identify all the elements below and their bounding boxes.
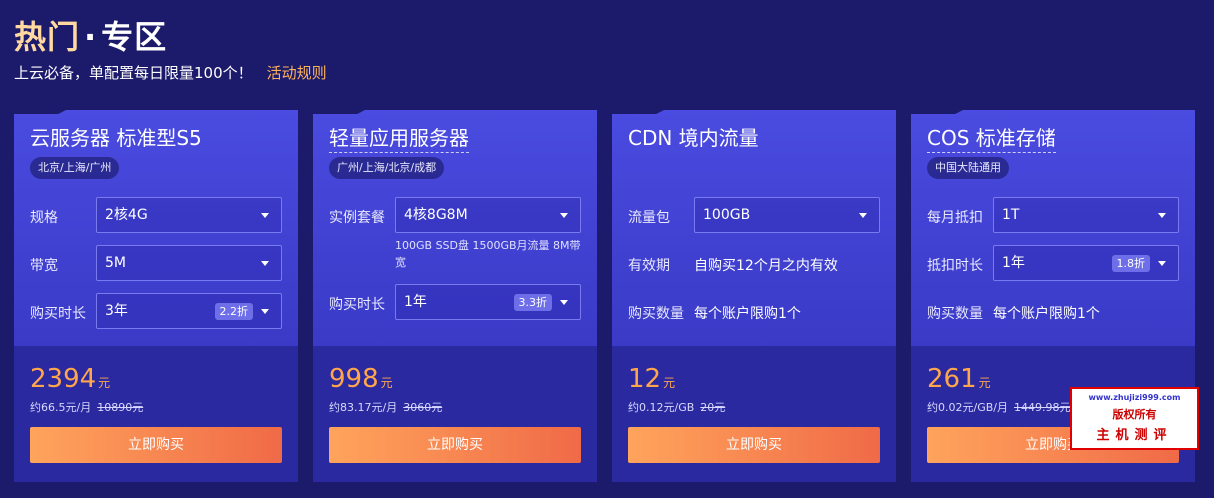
price-value: 2394 bbox=[30, 364, 97, 394]
deduction-duration-select[interactable]: 1年 1.8折 bbox=[993, 245, 1179, 281]
watermark-stamp: www.zhujizi999.com 版权所有 主机测评 bbox=[1070, 387, 1199, 450]
card-title: CDN 境内流量 bbox=[628, 126, 759, 150]
chevron-down-icon bbox=[261, 261, 269, 266]
buy-now-button[interactable]: 立即购买 bbox=[329, 427, 581, 463]
deduction-duration-value: 1年 bbox=[1002, 255, 1025, 271]
chevron-down-icon bbox=[261, 309, 269, 314]
per-unit-price: 约0.02元/GB/月 bbox=[927, 401, 1008, 414]
discount-badge: 2.2折 bbox=[214, 303, 253, 320]
monthly-deduction-label: 每月抵扣 bbox=[927, 210, 983, 226]
chevron-down-icon bbox=[1158, 261, 1166, 266]
duration-select[interactable]: 3年 2.2折 bbox=[96, 293, 282, 329]
page-title-hot: 热门 bbox=[14, 18, 81, 56]
price-value: 12 bbox=[628, 364, 662, 394]
card-title: 轻量应用服务器 bbox=[329, 122, 469, 153]
discount-badge: 3.3折 bbox=[513, 294, 552, 311]
price: 12 元 bbox=[628, 364, 675, 394]
quantity-text: 每个账户限购1个 bbox=[694, 306, 801, 322]
price-value: 261 bbox=[927, 364, 977, 394]
bandwidth-label: 带宽 bbox=[30, 258, 58, 274]
product-card-cvm: 云服务器 标准型S5 北京/上海/广州 规格 2核4G 带宽 5M 购买时长 3… bbox=[14, 110, 298, 482]
spec-select[interactable]: 2核4G bbox=[96, 197, 282, 233]
page-subtitle: 上云必备，单配置每日限量100个！ 活动规则 bbox=[14, 62, 327, 83]
spec-label: 规格 bbox=[30, 210, 58, 226]
package-value: 4核8G8M bbox=[404, 207, 468, 223]
page-title: 热门 · 专区 bbox=[14, 12, 167, 58]
package-note: 100GB SSD盘 1500GB月流量 8M带宽 bbox=[395, 239, 581, 269]
quantity-label: 购买数量 bbox=[927, 306, 983, 322]
monthly-deduction-value: 1T bbox=[1002, 207, 1020, 223]
price: 261 元 bbox=[927, 364, 991, 394]
price-value: 998 bbox=[329, 364, 379, 394]
validity-text: 自购买12个月之内有效 bbox=[694, 258, 838, 274]
discount-badge: 1.8折 bbox=[1111, 255, 1150, 272]
traffic-label: 流量包 bbox=[628, 210, 670, 226]
traffic-value: 100GB bbox=[703, 207, 751, 223]
chevron-down-icon bbox=[859, 213, 867, 218]
watermark-copyright: 版权所有 bbox=[1112, 408, 1157, 421]
price-unit: 元 bbox=[978, 376, 991, 390]
original-price: 10890元 bbox=[97, 401, 144, 414]
price-detail: 约0.12元/GB 20元 bbox=[628, 399, 725, 415]
subtitle-text: 上云必备，单配置每日限量100个！ bbox=[14, 64, 253, 82]
duration-value: 3年 bbox=[105, 303, 128, 319]
product-card-cdn: CDN 境内流量 流量包 100GB 有效期 自购买12个月之内有效 购买数量 … bbox=[612, 110, 896, 482]
price-detail: 约0.02元/GB/月 1449.98元 bbox=[927, 399, 1070, 415]
price-unit: 元 bbox=[98, 376, 111, 390]
chevron-down-icon bbox=[261, 213, 269, 218]
per-unit-price: 约0.12元/GB bbox=[628, 401, 695, 414]
region-tag: 北京/上海/广州 bbox=[30, 157, 120, 179]
package-select[interactable]: 4核8G8M bbox=[395, 197, 581, 233]
price-detail: 约66.5元/月 10890元 bbox=[30, 399, 143, 415]
bandwidth-select[interactable]: 5M bbox=[96, 245, 282, 281]
activity-rules-link[interactable]: 活动规则 bbox=[267, 64, 327, 82]
region-tag: 广州/上海/北京/成都 bbox=[329, 157, 445, 179]
bandwidth-value: 5M bbox=[105, 255, 126, 271]
product-card-lighthouse: 轻量应用服务器 广州/上海/北京/成都 实例套餐 4核8G8M 100GB SS… bbox=[313, 110, 597, 482]
validity-label: 有效期 bbox=[628, 258, 670, 274]
price-unit: 元 bbox=[663, 376, 676, 390]
deduction-duration-label: 抵扣时长 bbox=[927, 258, 983, 274]
per-unit-price: 约83.17元/月 bbox=[329, 401, 398, 414]
product-cards: 云服务器 标准型S5 北京/上海/广州 规格 2核4G 带宽 5M 购买时长 3… bbox=[14, 110, 1199, 482]
buy-now-button[interactable]: 立即购买 bbox=[628, 427, 880, 463]
card-title: COS 标准存储 bbox=[927, 122, 1056, 153]
watermark-url: www.zhujizi999.com bbox=[1088, 393, 1181, 402]
spec-value: 2核4G bbox=[105, 207, 148, 223]
page-title-zone: 专区 bbox=[101, 18, 168, 56]
price: 998 元 bbox=[329, 364, 393, 394]
original-price: 1449.98元 bbox=[1013, 401, 1071, 414]
chevron-down-icon bbox=[560, 213, 568, 218]
package-label: 实例套餐 bbox=[329, 210, 385, 226]
card-title: 云服务器 标准型S5 bbox=[30, 126, 202, 150]
watermark-brand: 主机测评 bbox=[1096, 428, 1173, 443]
quantity-text: 每个账户限购1个 bbox=[993, 306, 1100, 322]
chevron-down-icon bbox=[560, 300, 568, 305]
per-unit-price: 约66.5元/月 bbox=[30, 401, 92, 414]
duration-select[interactable]: 1年 3.3折 bbox=[395, 284, 581, 320]
quantity-label: 购买数量 bbox=[628, 306, 684, 322]
monthly-deduction-select[interactable]: 1T bbox=[993, 197, 1179, 233]
buy-now-button[interactable]: 立即购买 bbox=[30, 427, 282, 463]
traffic-select[interactable]: 100GB bbox=[694, 197, 880, 233]
original-price: 20元 bbox=[700, 401, 726, 414]
original-price: 3060元 bbox=[403, 401, 443, 414]
duration-label: 购买时长 bbox=[30, 306, 86, 322]
price-detail: 约83.17元/月 3060元 bbox=[329, 399, 442, 415]
duration-label: 购买时长 bbox=[329, 297, 385, 313]
duration-value: 1年 bbox=[404, 294, 427, 310]
region-tag: 中国大陆通用 bbox=[927, 157, 1009, 179]
chevron-down-icon bbox=[1158, 213, 1166, 218]
price: 2394 元 bbox=[30, 364, 110, 394]
page-title-dot: · bbox=[84, 18, 98, 56]
price-unit: 元 bbox=[380, 376, 393, 390]
